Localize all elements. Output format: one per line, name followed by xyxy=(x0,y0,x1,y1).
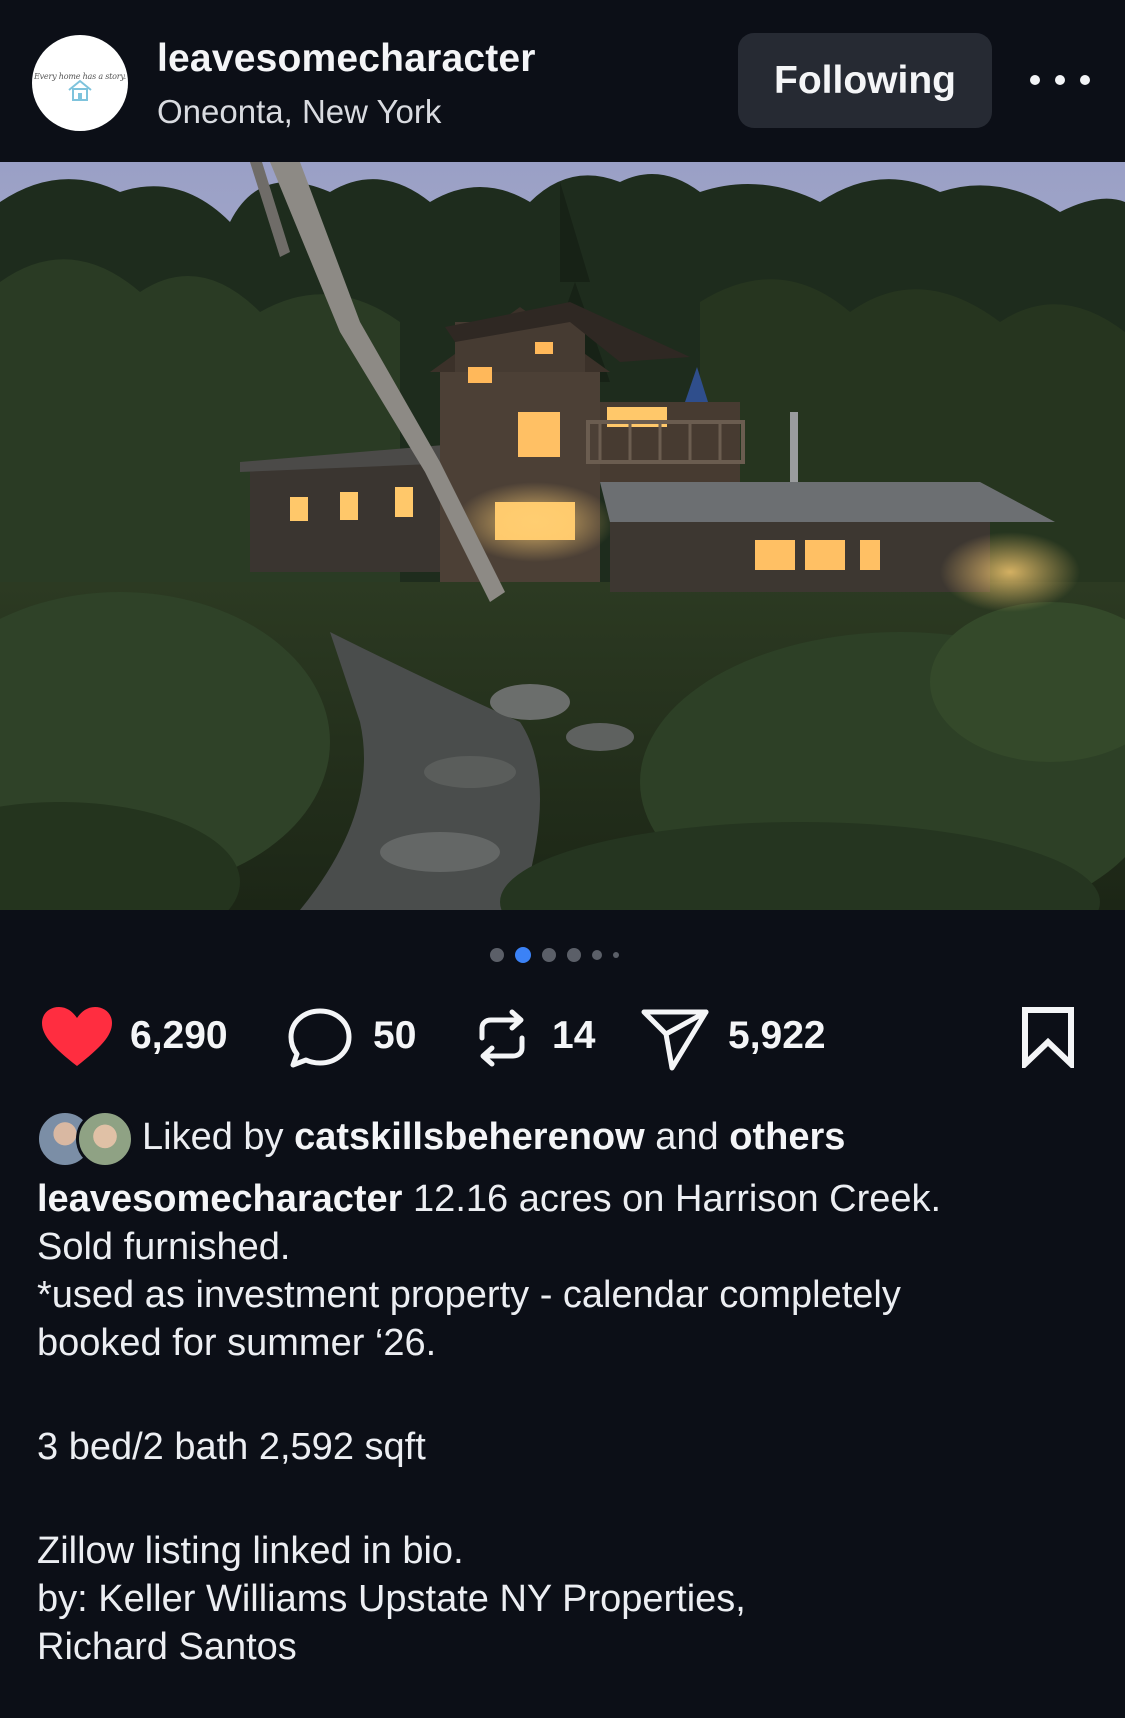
post-username[interactable]: leavesomecharacter xyxy=(157,37,536,81)
caption-line: 3 bed/2 bath 2,592 sqft xyxy=(37,1426,426,1468)
more-dot xyxy=(1055,75,1065,85)
liked-by-others[interactable]: others xyxy=(729,1116,845,1158)
following-button[interactable]: Following xyxy=(738,33,992,128)
caption-line: leavesomecharacter 12.16 acres on Harris… xyxy=(37,1175,1097,1223)
post-photo[interactable] xyxy=(0,162,1125,910)
more-dot xyxy=(1030,75,1040,85)
caption-text: 12.16 acres on Harrison Creek. xyxy=(413,1178,942,1220)
caption-line: booked for summer ‘26. xyxy=(37,1322,437,1364)
post-actions: 6,290 50 14 5,922 xyxy=(0,1000,1125,1072)
bookmark-icon[interactable] xyxy=(1020,1006,1076,1068)
post-caption: leavesomecharacter 12.16 acres on Harris… xyxy=(37,1175,1097,1671)
share-icon[interactable] xyxy=(640,1006,710,1072)
post-header: Every home has a story. leavesomecharact… xyxy=(0,0,1125,162)
caption-author[interactable]: leavesomecharacter xyxy=(37,1178,402,1220)
carousel-dot xyxy=(490,948,504,962)
carousel-indicator xyxy=(490,944,619,966)
like-count[interactable]: 6,290 xyxy=(130,1014,228,1058)
house-icon xyxy=(68,79,92,101)
post-location[interactable]: Oneonta, New York xyxy=(157,93,441,131)
caption-line: Zillow listing linked in bio. xyxy=(37,1530,464,1572)
share-count[interactable]: 5,922 xyxy=(728,1014,826,1058)
carousel-dot xyxy=(567,948,581,962)
profile-avatar[interactable]: Every home has a story. xyxy=(32,35,128,131)
caption-line: *used as investment property - calendar … xyxy=(37,1274,901,1316)
repost-count[interactable]: 14 xyxy=(552,1014,595,1058)
comment-icon[interactable] xyxy=(287,1007,353,1069)
heart-icon[interactable] xyxy=(40,1006,114,1068)
cabin-in-woods-image xyxy=(0,162,1125,910)
carousel-dot xyxy=(592,950,602,960)
liked-by-joiner: and xyxy=(655,1116,719,1158)
carousel-dot xyxy=(613,952,619,958)
liker-avatar xyxy=(76,1110,134,1168)
caption-line: Richard Santos xyxy=(37,1626,297,1668)
carousel-dot-active xyxy=(515,947,531,963)
caption-line: by: Keller Williams Upstate NY Propertie… xyxy=(37,1578,746,1620)
repost-icon[interactable] xyxy=(472,1008,532,1068)
more-options-icon[interactable] xyxy=(1030,60,1090,100)
liked-by-row[interactable]: Liked by catskillsbeherenow and others xyxy=(36,1110,1096,1168)
more-dot xyxy=(1080,75,1090,85)
liked-by-prefix: Liked by xyxy=(142,1116,284,1158)
comment-count[interactable]: 50 xyxy=(373,1014,416,1058)
liked-by-text: Liked by catskillsbeherenow and others xyxy=(142,1116,845,1159)
carousel-dot xyxy=(542,948,556,962)
caption-line: Sold furnished. xyxy=(37,1226,291,1268)
liked-by-user[interactable]: catskillsbeherenow xyxy=(294,1116,645,1158)
